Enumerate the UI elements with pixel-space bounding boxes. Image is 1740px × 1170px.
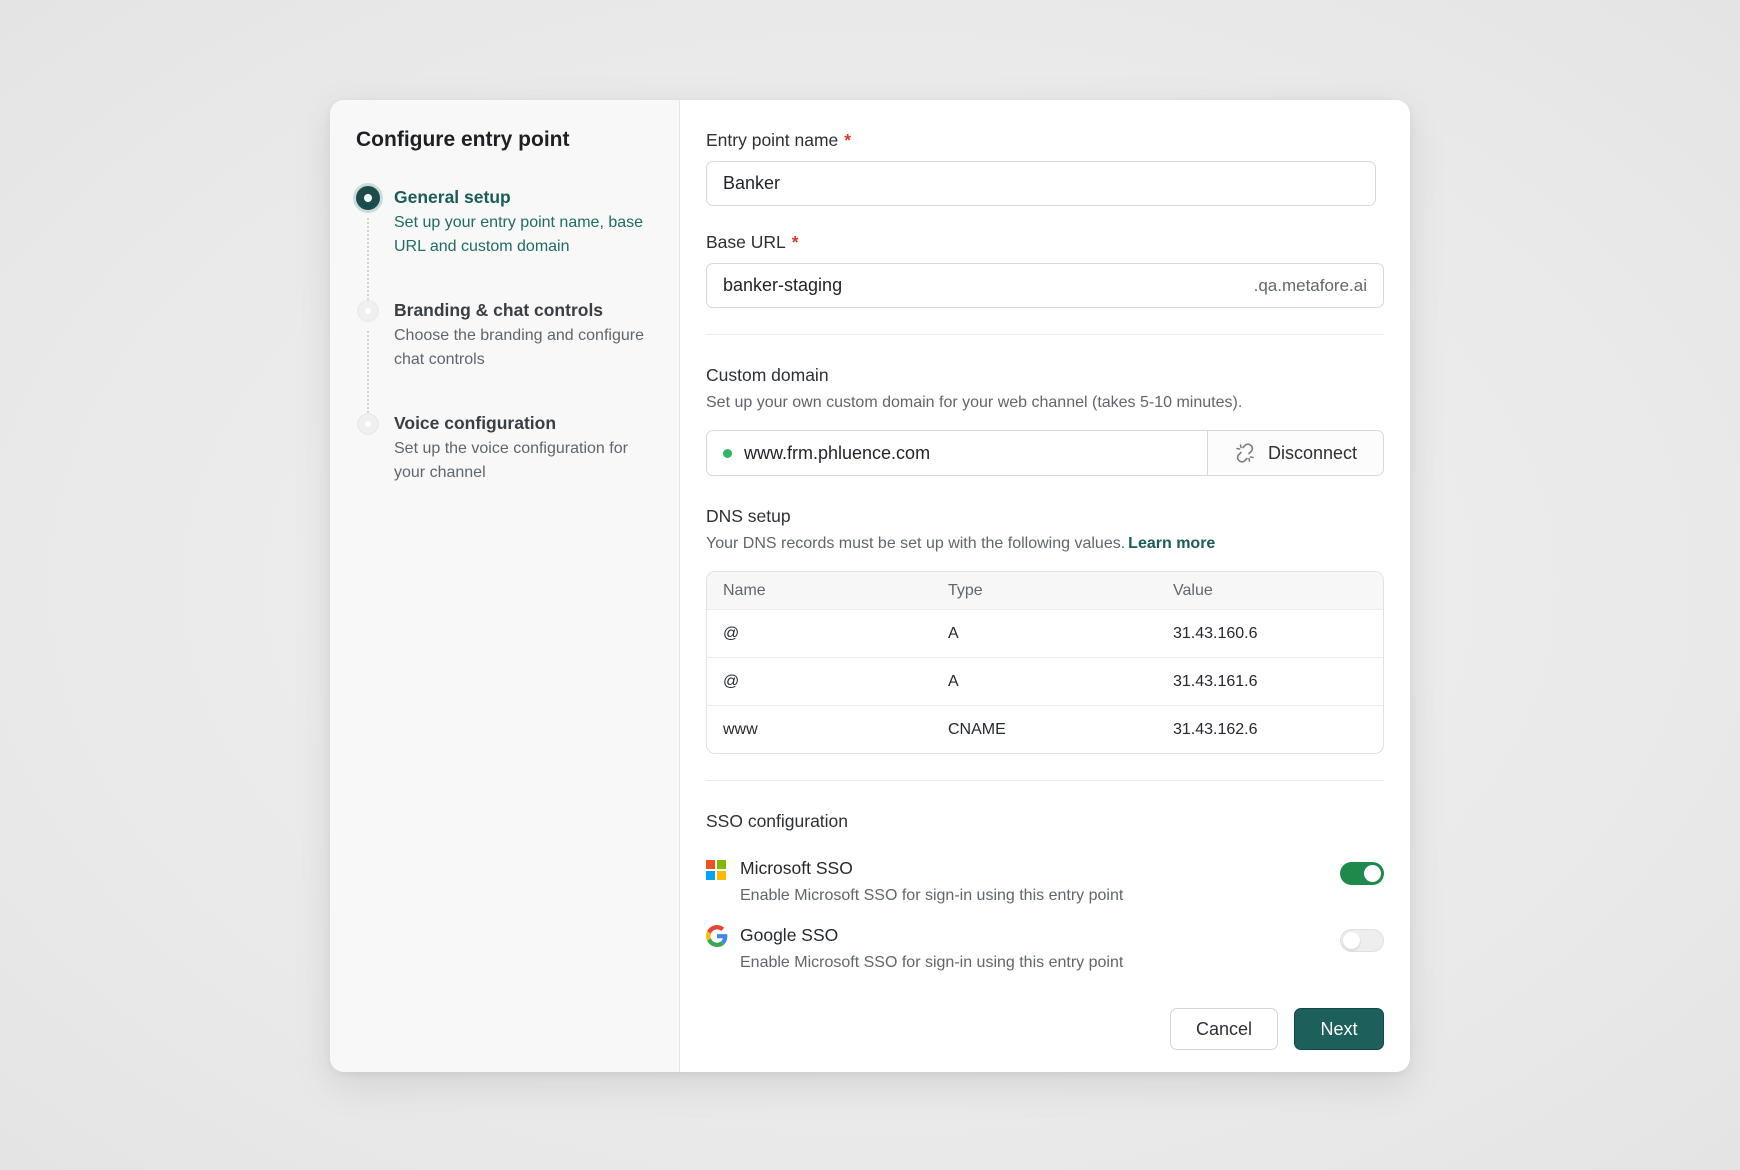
custom-domain-field: www.frm.phluence.com Disconnect [706, 430, 1384, 476]
base-url-input[interactable]: banker-staging .qa.metafore.ai [706, 263, 1384, 308]
step-active-indicator-icon [356, 186, 380, 210]
step-pending-indicator-icon [357, 300, 379, 322]
custom-domain-title: Custom domain [706, 365, 829, 385]
google-sso-item: Google SSO Enable Microsoft SSO for sign… [706, 925, 1384, 972]
column-header-name: Name [723, 581, 766, 599]
sso-description: Enable Microsoft SSO for sign-in using t… [740, 954, 1124, 971]
step-connector [367, 218, 369, 300]
step-pending-indicator-icon [357, 413, 379, 435]
google-sso-toggle[interactable] [1340, 929, 1384, 952]
input-value: banker-staging [723, 275, 843, 295]
sso-name: Microsoft SSO [740, 858, 853, 878]
toggle-knob [1343, 932, 1360, 949]
disconnect-label: Disconnect [1267, 442, 1358, 463]
dns-type-cell: A [948, 624, 959, 642]
dns-subtitle-text: Your DNS records must be set up with the… [706, 535, 1126, 552]
google-icon [706, 925, 728, 947]
step-name: Voice configuration [394, 413, 557, 433]
input-value: Banker [723, 173, 781, 193]
toggle-knob [1364, 865, 1381, 882]
microsoft-sso-toggle[interactable] [1340, 862, 1384, 885]
dns-type-cell: A [948, 672, 959, 690]
configure-entry-point-dialog: Configure entry point General setup Set … [330, 100, 1410, 1072]
custom-domain-value: www.frm.phluence.com [744, 442, 931, 463]
table-row: @ A 31.43.161.6 [707, 657, 1383, 705]
step-name: General setup [394, 187, 511, 207]
step-description: Choose the branding and configure chat c… [394, 327, 644, 368]
dialog-title: Configure entry point [356, 128, 570, 151]
step-voice-configuration[interactable]: Voice configuration Set up the voice con… [356, 412, 653, 485]
step-branding-chat-controls[interactable]: Branding & chat controls Choose the bran… [356, 299, 653, 413]
custom-domain-section: Custom domain Set up your own custom dom… [706, 365, 1384, 476]
table-header-row: Name Type Value [707, 572, 1383, 609]
sso-name: Google SSO [740, 925, 839, 945]
custom-domain-input[interactable]: www.frm.phluence.com [707, 431, 1207, 475]
sso-configuration-section: SSO configuration Microsoft SSO Enable M… [706, 811, 1384, 972]
connected-status-icon [723, 448, 732, 458]
label-text: Base URL [706, 232, 786, 252]
label-text: Entry point name [706, 130, 839, 150]
sso-configuration-title: SSO configuration [706, 811, 849, 831]
dns-type-cell: CNAME [948, 720, 1006, 738]
step-description: Set up your entry point name, base URL a… [394, 214, 644, 255]
custom-domain-subtitle: Set up your own custom domain for your w… [706, 394, 1243, 411]
dns-setup-subtitle: Your DNS records must be set up with the… [706, 535, 1384, 553]
entry-point-name-input[interactable]: Banker [706, 161, 1376, 206]
cancel-button[interactable]: Cancel [1170, 1008, 1278, 1050]
required-marker: * [844, 130, 852, 150]
dns-name-cell: www [723, 720, 758, 738]
step-name: Branding & chat controls [394, 300, 604, 320]
sso-text: Google SSO Enable Microsoft SSO for sign… [740, 925, 1123, 972]
wizard-steps-sidebar: Configure entry point General setup Set … [330, 100, 680, 1072]
sso-text: Microsoft SSO Enable Microsoft SSO for s… [740, 858, 1123, 905]
disconnect-button[interactable]: Disconnect [1207, 431, 1383, 475]
step-general-setup[interactable]: General setup Set up your entry point na… [356, 186, 653, 300]
base-url-suffix: .qa.metafore.ai [1253, 275, 1367, 295]
microsoft-sso-item: Microsoft SSO Enable Microsoft SSO for s… [706, 858, 1384, 905]
section-divider [706, 780, 1384, 781]
learn-more-link[interactable]: Learn more [1128, 535, 1215, 552]
microsoft-icon [706, 858, 728, 880]
next-button[interactable]: Next [1294, 1008, 1384, 1050]
sso-description: Enable Microsoft SSO for sign-in using t… [740, 887, 1124, 904]
step-description: Set up the voice configuration for your … [394, 440, 628, 481]
table-row: www CNAME 31.43.162.6 [707, 705, 1383, 753]
table-row: @ A 31.43.160.6 [707, 609, 1383, 657]
dns-value-cell[interactable]: 31.43.162.6 [1157, 721, 1383, 739]
unlink-icon [1236, 443, 1254, 463]
dns-value-cell[interactable]: 31.43.161.6 [1157, 673, 1383, 691]
column-header-value: Value [1173, 581, 1213, 599]
dns-setup-section: DNS setup Your DNS records must be set u… [706, 506, 1384, 754]
base-url-label: Base URL * [706, 232, 1384, 253]
general-setup-form: Entry point name * Banker Base URL * ban… [680, 100, 1410, 1072]
dns-setup-title: DNS setup [706, 506, 791, 526]
dns-name-cell: @ [723, 624, 740, 642]
dialog-footer: Cancel Next [1170, 1008, 1384, 1050]
entry-point-name-label: Entry point name * [706, 130, 1384, 151]
dns-records-table: Name Type Value @ A 31.43.160.6 @ A 31.4… [706, 571, 1384, 754]
dns-value-cell[interactable]: 31.43.160.6 [1157, 625, 1383, 643]
dns-name-cell: @ [723, 672, 740, 690]
required-marker: * [791, 232, 799, 252]
step-connector [367, 331, 369, 413]
column-header-type: Type [948, 581, 983, 599]
section-divider [706, 334, 1384, 335]
